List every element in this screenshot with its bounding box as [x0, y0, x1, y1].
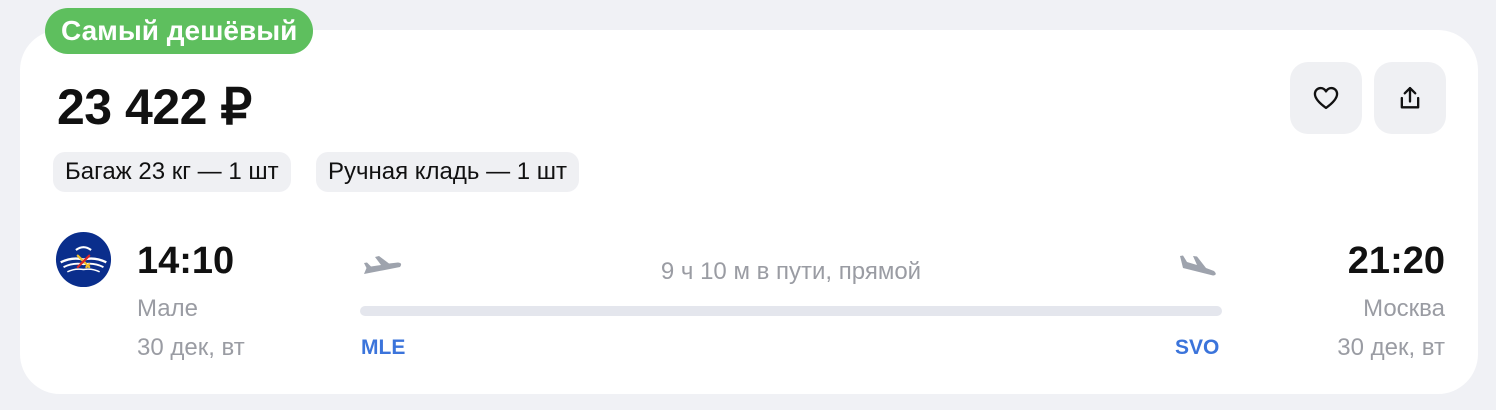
arrival-time: 21:20: [1347, 240, 1445, 282]
cheapest-badge: Самый дешёвый: [45, 8, 314, 54]
departure-airport-code[interactable]: MLE: [361, 336, 405, 360]
flight-duration: 9 ч 10 м в пути, прямой: [660, 258, 922, 285]
share-icon: [1400, 86, 1420, 109]
departure-date: 30 дек, вт: [137, 334, 245, 361]
arrival-airport-code[interactable]: SVO: [1175, 336, 1219, 360]
arrival-date: 30 дек, вт: [1337, 334, 1445, 361]
share-button[interactable]: [1374, 62, 1446, 134]
favorite-button[interactable]: [1290, 62, 1362, 134]
baggage-chip: Багаж 23 кг — 1 шт: [53, 152, 291, 192]
landing-icon: [1180, 255, 1216, 276]
hand-luggage-chip: Ручная кладь — 1 шт: [316, 152, 580, 192]
departure-city: Мале: [137, 295, 198, 322]
arrival-city: Москва: [1363, 295, 1445, 322]
heart-icon: [1313, 86, 1339, 110]
departure-time: 14:10: [137, 240, 235, 282]
ticket-price: 23 422 ₽: [57, 79, 252, 135]
route-line: [360, 306, 1222, 316]
airline-logo: [55, 231, 112, 288]
